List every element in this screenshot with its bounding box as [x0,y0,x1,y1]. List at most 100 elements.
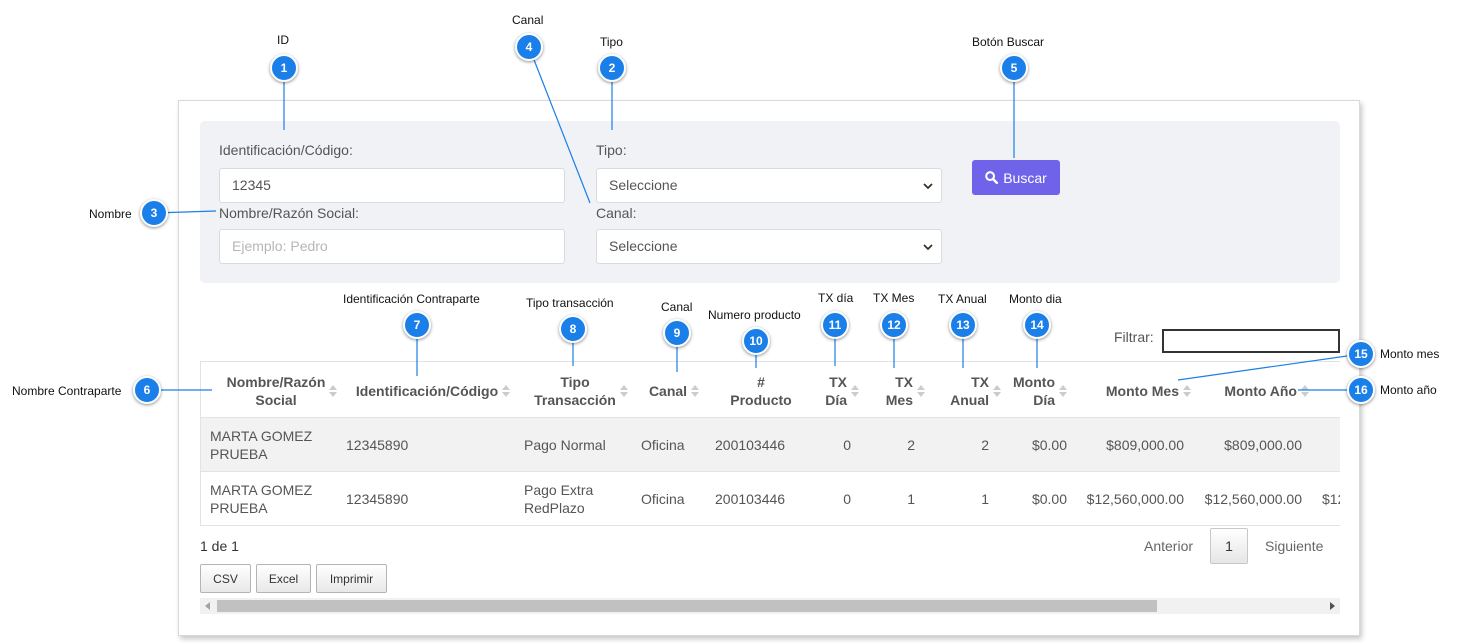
cell-monto-anio: $12,560,000.00 [1204,491,1302,507]
pagination-info: 1 de 1 [200,538,239,554]
tipo-label: Tipo: [596,142,627,158]
results-table: Nombre/Razón Social Identificación/Código… [200,361,1340,526]
th-identificacion[interactable]: Identificación/Código [353,362,513,419]
cell-monto-dia: $0.00 [1031,491,1067,507]
excel-button[interactable]: Excel [256,564,311,593]
annotation-label-8: Tipo transacción [526,296,614,310]
cell-monto-mes: $12,560,000.00 [1086,491,1184,507]
table-filter-input[interactable] [1162,329,1340,353]
th-nombre[interactable]: Nombre/Razón Social [218,362,346,419]
scroll-right-arrow-icon[interactable] [1330,602,1335,610]
annotation-label-6: Nombre Contraparte [12,384,122,398]
pagination-next[interactable]: Siguiente [1265,538,1323,554]
th-tipo-line2: Transacción [534,391,616,408]
th-producto[interactable]: # Producto [721,362,801,419]
horizontal-scrollbar[interactable] [200,598,1340,614]
annotation-badge-7: 7 [403,311,431,339]
cell-tx-dia: 0 [843,491,851,507]
th-tx-mes[interactable]: TX Mes [873,362,925,419]
cell-monto-anio: $809,000.00 [1224,437,1302,453]
pagination-prev[interactable]: Anterior [1144,538,1193,554]
cell-overflow: $12 [1322,491,1340,507]
cell-nombre: MARTA GOMEZ PRUEBA [210,482,313,516]
table-row: MARTA GOMEZ PRUEBA 12345890 Pago Normal O… [201,418,1340,472]
annotation-badge-9: 9 [663,319,691,347]
print-button[interactable]: Imprimir [316,564,387,593]
th-nombre-line1: Nombre/Razón [226,373,326,390]
sort-icon [1301,384,1309,397]
scroll-left-arrow-icon[interactable] [205,602,210,610]
sort-icon [993,384,1001,397]
annotation-badge-10: 10 [742,327,770,355]
th-monto-anio-label: Monto Año [1224,382,1297,399]
canal-select[interactable]: Seleccione [596,229,942,264]
table-filter-label: Filtrar: [1114,329,1154,345]
annotation-label-12: TX Mes [873,291,915,305]
cell-canal: Oficina [641,437,685,453]
nombre-input[interactable]: Ejemplo: Pedro [219,229,565,264]
annotation-label-4: Canal [512,13,544,27]
cell-identificacion: 12345890 [346,491,409,507]
annotation-label-5: Botón Buscar [972,35,1045,49]
annotation-badge-2: 2 [598,54,626,82]
th-monto-dia[interactable]: Monto Día [1011,362,1067,419]
sort-icon [851,384,859,397]
chevron-down-icon [923,244,933,251]
table-row: MARTA GOMEZ PRUEBA 12345890 Pago Extra Red… [201,472,1340,526]
sort-icon [1059,384,1067,397]
annotation-label-11: TX día [818,291,854,305]
cell-nombre: MARTA GOMEZ PRUEBA [210,428,313,462]
sort-icon [691,384,700,397]
sort-icon [502,384,511,397]
pagination-page[interactable]: 1 [1210,528,1248,564]
id-label: Identificación/Código: [219,142,353,158]
annotation-badge-16: 16 [1347,376,1375,404]
th-monto-dia-line1: Monto [1013,373,1055,390]
annotation-label-15: Monto mes [1380,347,1440,361]
annotation-label-13: TX Anual [938,292,987,306]
annotation-label-9: Canal [661,300,693,314]
id-input[interactable]: 12345 [219,168,565,203]
cell-tipo: Pago Extra RedPlazo [524,482,594,516]
th-producto-line2: Producto [730,391,792,408]
annotation-badge-14: 14 [1023,311,1051,339]
th-canal[interactable]: Canal [647,362,701,419]
annotation-badge-1: 1 [270,54,298,82]
search-button-label: Buscar [1003,169,1047,186]
cell-tipo: Pago Normal [524,437,606,453]
search-button[interactable]: Buscar [972,160,1060,195]
th-canal-label: Canal [648,382,688,399]
annotation-label-3: Nombre [89,207,132,221]
annotation-label-1: ID [277,33,289,47]
th-tipo[interactable]: Tipo Transacción [531,362,631,419]
cell-monto-dia: $0.00 [1031,437,1067,453]
annotation-badge-8: 8 [559,315,587,343]
cell-tx-mes: 2 [907,437,915,453]
cell-tx-anual: 2 [981,437,989,453]
cell-tx-anual: 1 [981,491,989,507]
cell-producto: 200103446 [715,437,786,453]
sort-icon [619,384,628,397]
th-monto-mes-label: Monto Mes [1105,382,1179,399]
filter-form: Identificación/Código: 12345 Tipo: Selec… [200,121,1340,283]
cell-identificacion: 12345890 [346,437,409,453]
annotation-badge-4: 4 [515,33,543,61]
canal-select-value: Seleccione [609,238,678,254]
chevron-down-icon [923,183,933,190]
sort-icon [917,384,925,397]
th-monto-mes[interactable]: Monto Mes [1081,362,1191,419]
tipo-select[interactable]: Seleccione [596,168,942,203]
annotation-badge-13: 13 [949,311,977,339]
scrollbar-thumb[interactable] [217,600,1157,612]
th-tx-anual[interactable]: TX Anual [939,362,1001,419]
th-monto-anio[interactable]: Monto Año [1201,362,1309,419]
annotation-badge-6: 6 [133,376,161,404]
sort-icon [329,384,338,397]
annotation-badge-12: 12 [880,311,908,339]
annotation-label-14: Monto dia [1009,292,1062,306]
th-tx-mes-line1: TX [895,373,913,390]
annotation-badge-5: 5 [1000,54,1028,82]
csv-button[interactable]: CSV [200,564,251,593]
cell-tx-dia: 0 [843,437,851,453]
th-tx-dia[interactable]: TX Día [819,362,859,419]
